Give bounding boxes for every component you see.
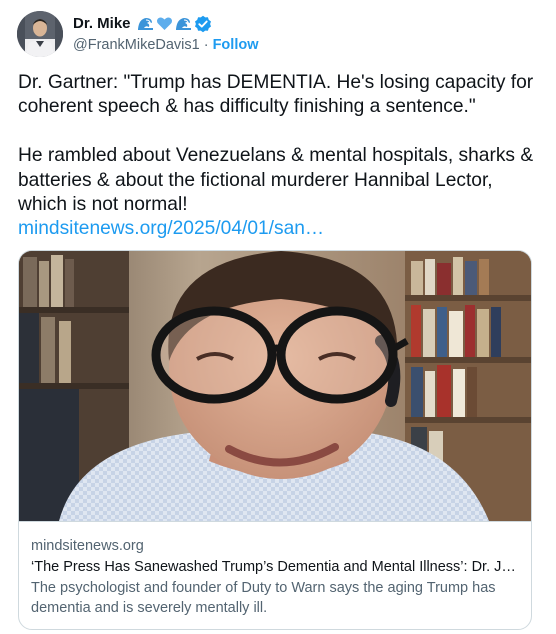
wave-emoji-icon: [137, 15, 154, 32]
card-title: ‘The Press Has Sanewashed Trump’s Dement…: [31, 559, 521, 575]
card-description: The psychologist and founder of Duty to …: [31, 580, 496, 616]
avatar[interactable]: [17, 11, 63, 57]
card-meta: mindsitenews.org ‘The Press Has Sanewash…: [19, 521, 531, 629]
tweet-header: Dr. Mike @FrankMikeDavis1 · Follow: [17, 10, 259, 58]
tweet-link[interactable]: mindsitenews.org/2025/04/01/san…: [18, 218, 324, 239]
tweet[interactable]: Dr. Mike @FrankMikeDavis1 · Follow Dr. G…: [0, 0, 556, 634]
display-name[interactable]: Dr. Mike: [73, 15, 131, 32]
tweet-text: Dr. Gartner: "Trump has DEMENTIA. He's l…: [18, 71, 538, 242]
wave-emoji-icon: [175, 15, 192, 32]
separator-dot: ·: [203, 36, 209, 53]
blue-heart-icon: [156, 15, 173, 32]
card-domain: mindsitenews.org: [31, 538, 144, 554]
tweet-paragraph-2: He rambled about Venezuelans & mental ho…: [18, 145, 544, 216]
video-call-photo-icon[interactable]: [19, 251, 531, 521]
tweet-paragraph-1: Dr. Gartner: "Trump has DEMENTIA. He's l…: [18, 72, 539, 118]
follow-button[interactable]: Follow: [213, 37, 259, 53]
verified-badge-icon: [194, 15, 211, 33]
author-handle[interactable]: @FrankMikeDavis1: [73, 37, 200, 53]
link-card[interactable]: mindsitenews.org ‘The Press Has Sanewash…: [18, 250, 532, 630]
author-names: Dr. Mike @FrankMikeDavis1 · Follow: [73, 14, 259, 55]
name-emojis: [137, 15, 211, 33]
